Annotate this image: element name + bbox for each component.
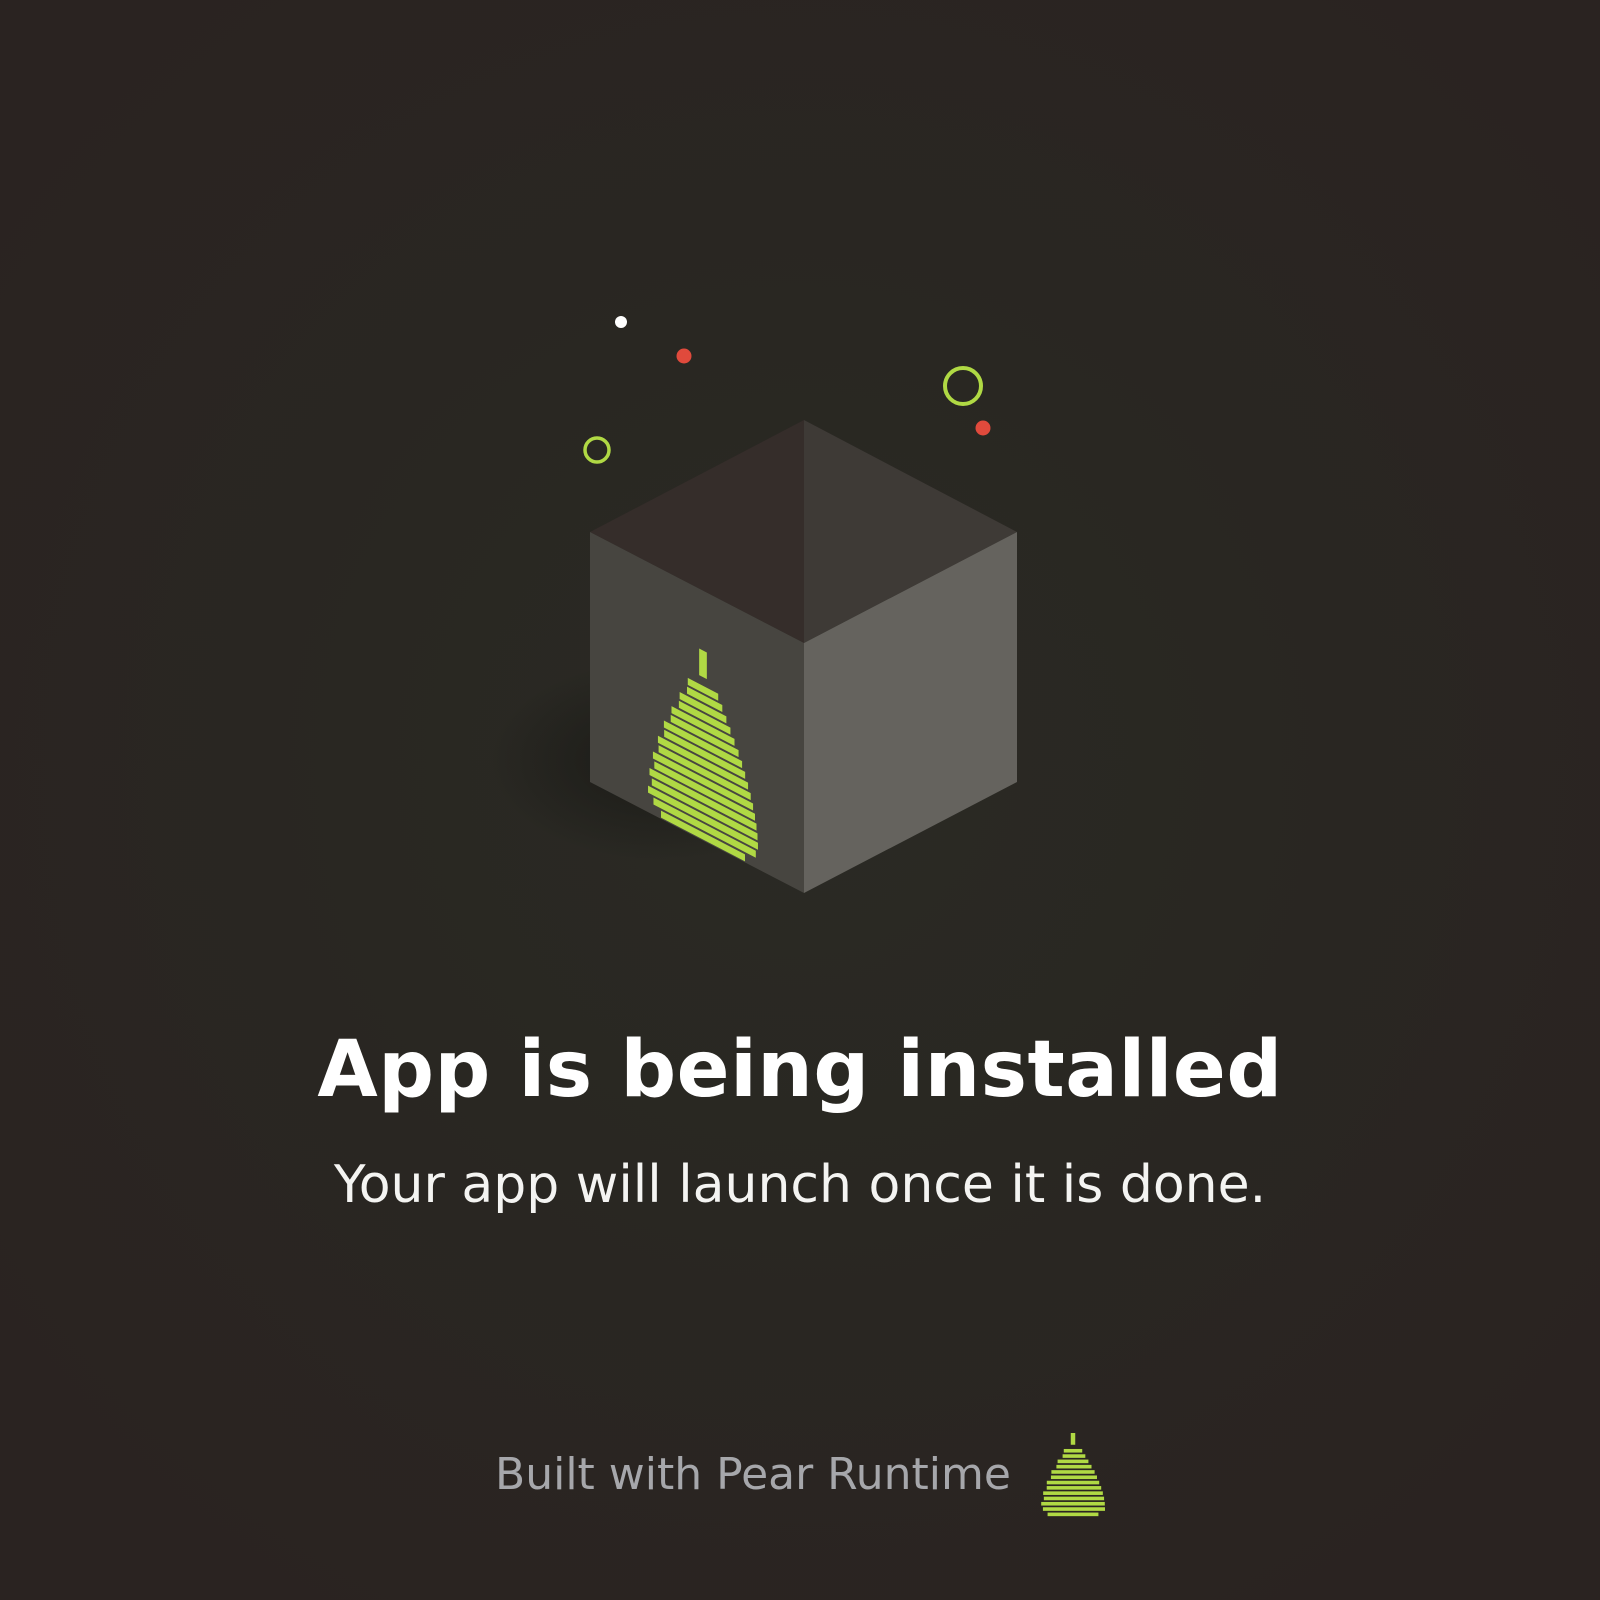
pear-stem [1070, 1433, 1076, 1445]
pear-stripe [1051, 1470, 1095, 1474]
pear-stripe [1056, 1464, 1092, 1469]
pear-stem [699, 648, 707, 680]
pear-stripe [1046, 1480, 1100, 1485]
page-subtitle: Your app will launch once it is done. [333, 1155, 1267, 1215]
pear-stripe [1041, 1501, 1105, 1506]
install-illustration [490, 316, 1017, 893]
particle-dot-red [975, 420, 991, 436]
pear-stripe [1062, 1454, 1086, 1458]
pear-stripe [1050, 1475, 1097, 1480]
page-title: App is being installed [317, 1025, 1283, 1115]
pear-stripe [1043, 1491, 1103, 1495]
pear-stripe [1042, 1507, 1105, 1511]
pear-logo-icon [1041, 1433, 1105, 1517]
particle-ring-green [583, 436, 611, 464]
particle-dot-white [615, 316, 627, 328]
pear-stripe [1043, 1496, 1105, 1501]
particle-dot-red [676, 348, 692, 364]
particle-ring-green [943, 366, 983, 406]
pear-stripe [1046, 1486, 1102, 1490]
footer: Built with Pear Runtime [0, 1430, 1600, 1520]
pear-stripe [1047, 1512, 1099, 1517]
pear-stripe [1063, 1448, 1083, 1453]
footer-text: Built with Pear Runtime [495, 1449, 1011, 1500]
pear-stripe [1057, 1459, 1089, 1464]
